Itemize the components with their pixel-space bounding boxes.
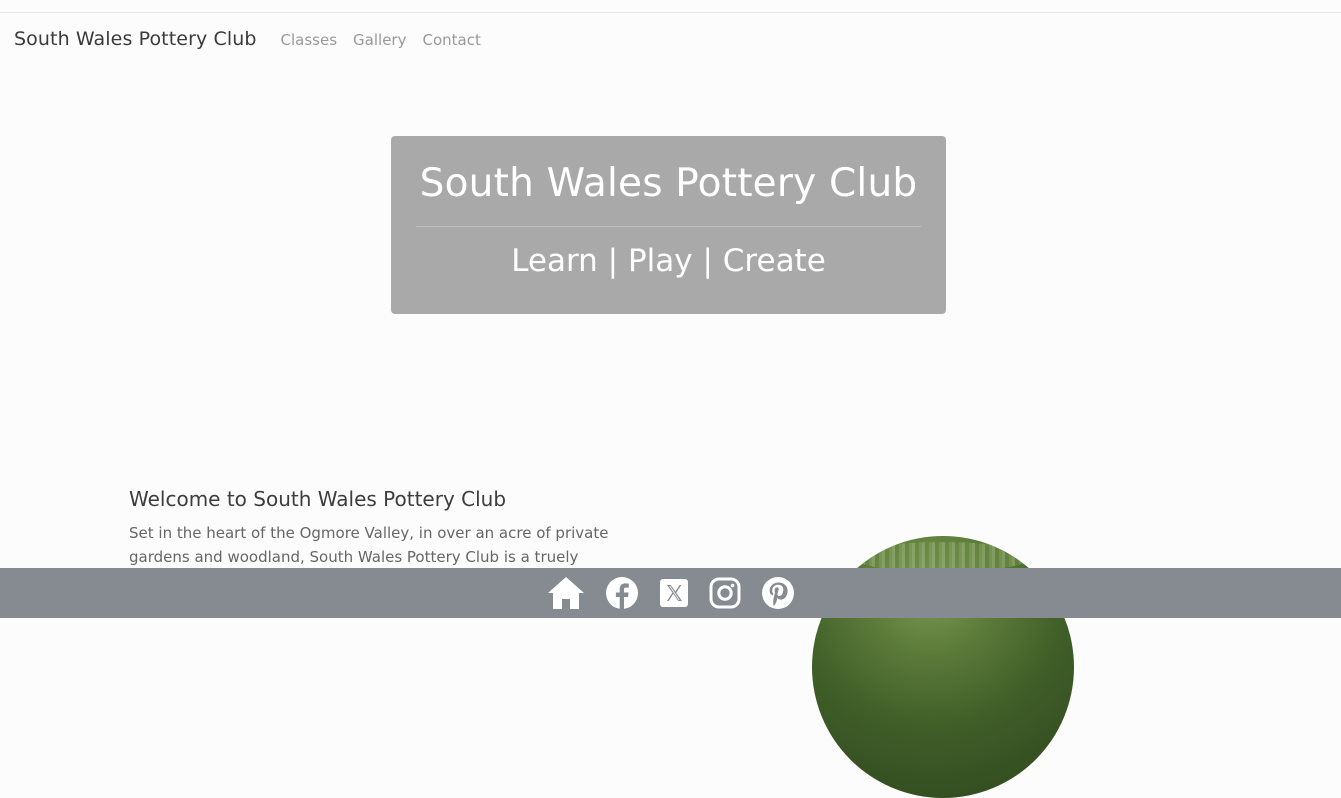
welcome-text: Set in the heart of the Ogmore Valley, i… <box>129 524 609 566</box>
top-divider <box>0 12 1341 13</box>
instagram-icon[interactable] <box>709 577 741 609</box>
nav-link-contact[interactable]: Contact <box>422 31 480 49</box>
nav-link-classes[interactable]: Classes <box>281 31 338 49</box>
welcome-heading: Welcome to South Wales Pottery Club <box>129 487 507 511</box>
home-icon[interactable] <box>547 576 585 610</box>
hero-divider <box>416 226 921 227</box>
facebook-icon[interactable] <box>605 576 639 610</box>
pinterest-icon[interactable] <box>761 576 795 610</box>
welcome-section: Welcome to South Wales Pottery Club Set … <box>129 486 639 569</box>
x-twitter-icon[interactable] <box>659 578 689 608</box>
hero-banner: South Wales Pottery Club Learn | Play | … <box>391 136 946 314</box>
hero-tagline: Learn | Play | Create <box>511 243 826 279</box>
social-footer <box>0 568 1341 618</box>
hero-title: South Wales Pottery Club <box>419 161 918 206</box>
navbar: South Wales Pottery Club Classes Gallery… <box>14 28 497 54</box>
brand-link[interactable]: South Wales Pottery Club <box>14 28 257 50</box>
nav-link-gallery[interactable]: Gallery <box>353 31 406 49</box>
